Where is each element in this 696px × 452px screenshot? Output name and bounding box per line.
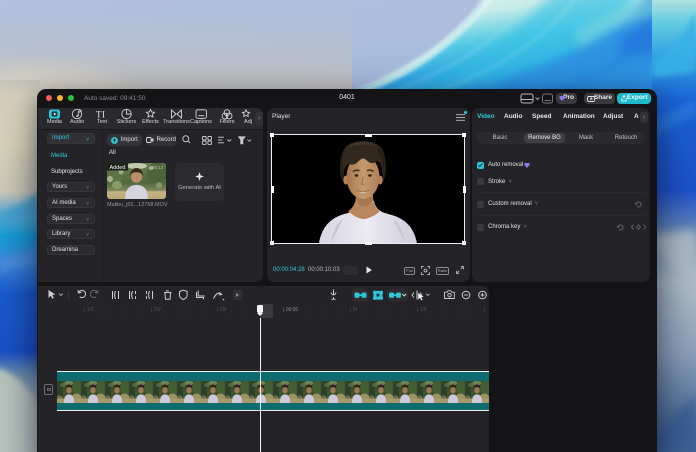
svg-text:Added: Added bbox=[110, 165, 126, 171]
svg-text:TI: TI bbox=[96, 110, 106, 120]
svg-text:00:12: 00:12 bbox=[152, 165, 164, 170]
